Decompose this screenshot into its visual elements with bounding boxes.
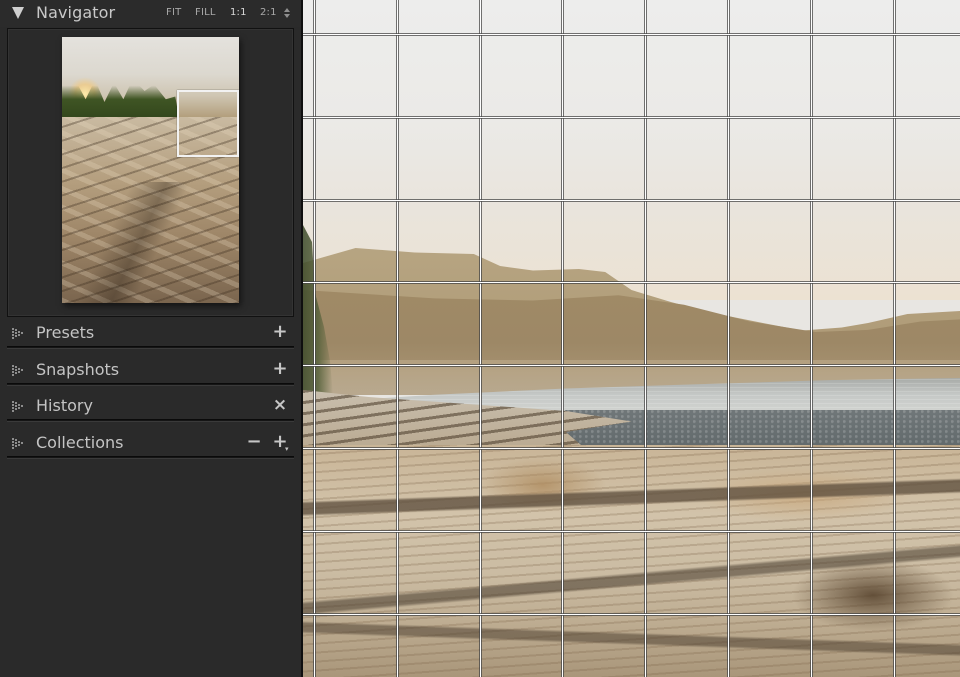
grid-line-horizontal: [303, 614, 960, 615]
navigator-title: Navigator: [36, 3, 116, 22]
zoom-2to1-option[interactable]: 2:1: [260, 7, 277, 18]
triangle-right-icon: [12, 401, 23, 412]
grid-line-horizontal: [303, 117, 960, 118]
grid-line-vertical: [562, 0, 563, 677]
navigator-thumbnail[interactable]: [62, 37, 239, 303]
grid-line-vertical: [811, 0, 812, 677]
grid-line-horizontal: [303, 34, 960, 35]
section-title: Collections: [36, 433, 124, 452]
updown-arrows-icon[interactable]: [283, 7, 291, 19]
triangle-right-icon: [12, 438, 23, 449]
zoom-fill-option[interactable]: FILL: [195, 7, 216, 18]
plus-icon[interactable]: +: [271, 322, 289, 342]
grid-line-vertical: [314, 0, 315, 677]
section-collections[interactable]: Collections − + ▾: [0, 426, 301, 463]
section-title: Snapshots: [36, 360, 120, 379]
divider: [7, 346, 294, 349]
grid-line-horizontal: [303, 531, 960, 532]
grid-line-horizontal: [303, 282, 960, 283]
grid-line-horizontal: [303, 365, 960, 366]
triangle-down-icon[interactable]: [12, 7, 24, 19]
left-panel: Navigator FIT FILL 1:1 2:1 Presets + Sna…: [0, 0, 303, 677]
grid-line-vertical: [645, 0, 646, 677]
triangle-right-icon: [12, 365, 23, 376]
section-title: History: [36, 396, 93, 415]
section-title: Presets: [36, 323, 95, 342]
divider: [7, 456, 294, 459]
plus-icon[interactable]: +: [271, 359, 289, 379]
photo-canvas[interactable]: [303, 0, 960, 677]
grid-line-horizontal: [303, 200, 960, 201]
grid-line-vertical: [894, 0, 895, 677]
zoom-fit-option[interactable]: FIT: [166, 7, 181, 18]
grid-line-vertical: [480, 0, 481, 677]
grid-line-vertical: [728, 0, 729, 677]
divider: [7, 383, 294, 386]
grid-line-horizontal: [303, 448, 960, 449]
driftwood-near: [303, 445, 960, 677]
section-snapshots[interactable]: Snapshots +: [0, 353, 301, 390]
chevron-down-icon[interactable]: ▾: [285, 445, 289, 453]
grid-line-vertical: [397, 0, 398, 677]
section-presets[interactable]: Presets +: [0, 316, 301, 353]
navigator-header[interactable]: Navigator FIT FILL 1:1 2:1: [0, 0, 301, 27]
triangle-right-icon: [12, 328, 23, 339]
navigator-viewport-rectangle[interactable]: [177, 90, 239, 157]
zoom-1to1-option[interactable]: 1:1: [230, 7, 247, 18]
close-icon[interactable]: ×: [271, 395, 289, 415]
minus-icon[interactable]: −: [245, 432, 263, 452]
section-history[interactable]: History ×: [0, 389, 301, 426]
divider: [7, 419, 294, 422]
